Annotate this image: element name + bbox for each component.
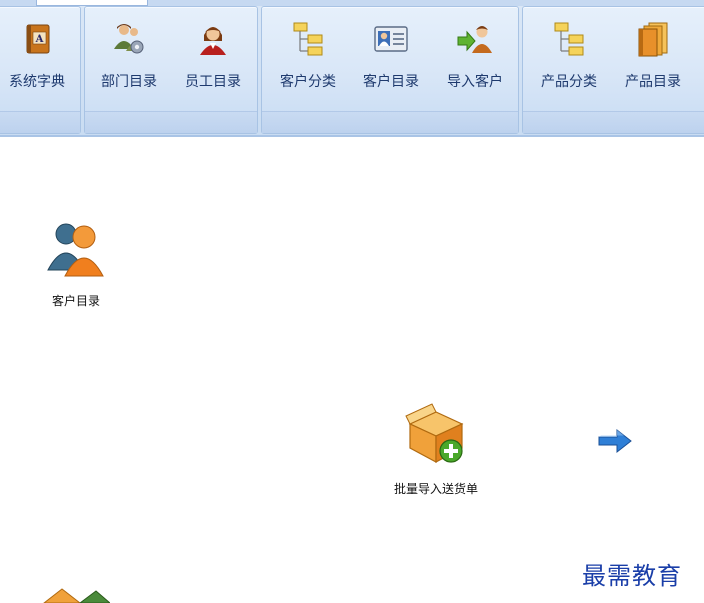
employee-directory-button[interactable]: 员工目录 xyxy=(173,13,253,103)
svg-text:A: A xyxy=(35,34,44,45)
batch-import-delivery-label: 批量导入送货单 xyxy=(393,482,478,496)
ribbon-group-products: 产品分类 产品目录 xyxy=(522,6,704,134)
system-dictionary-label: 系统字典 xyxy=(9,74,65,90)
ribbon-toolbar: A 系统字典 部门目录 员工目录 客户分类 客户目录 导入客户 产品分类 产品目… xyxy=(0,0,704,137)
product-category-button[interactable]: 产品分类 xyxy=(529,13,609,103)
customer-directory-ribbon-button[interactable]: 客户目录 xyxy=(351,13,431,103)
batch-import-delivery-tile[interactable]: 批量导入送货单 xyxy=(386,402,486,497)
watermark-text: 最需教育 xyxy=(582,562,682,590)
group-footer xyxy=(523,111,704,133)
ribbon-group-organization: 部门目录 员工目录 xyxy=(84,6,258,134)
group-footer xyxy=(262,111,518,133)
product-category-label: 产品分类 xyxy=(541,74,597,90)
ribbon-group-system: A 系统字典 xyxy=(0,6,81,134)
group-footer xyxy=(85,111,257,133)
customer-category-label: 客户分类 xyxy=(280,74,336,90)
customer-category-button[interactable]: 客户分类 xyxy=(268,13,348,103)
customers-people-icon xyxy=(47,223,104,277)
employee-person-icon xyxy=(200,27,226,55)
tree-hierarchy-icon xyxy=(293,22,323,56)
employee-directory-label: 员工目录 xyxy=(185,74,241,90)
arrow-right-icon xyxy=(598,428,632,454)
product-directory-button[interactable]: 产品目录 xyxy=(613,13,693,103)
import-person-icon xyxy=(457,26,492,53)
department-directory-button[interactable]: 部门目录 xyxy=(89,13,169,103)
contact-card-icon xyxy=(374,26,408,52)
tree-hierarchy-icon xyxy=(554,22,584,56)
import-customer-button[interactable]: 导入客户 xyxy=(435,13,515,103)
group-footer xyxy=(0,111,80,133)
customer-directory-ribbon-label: 客户目录 xyxy=(363,74,419,90)
customer-directory-tile[interactable]: 客户目录 xyxy=(40,220,112,309)
product-books-icon xyxy=(638,22,668,57)
department-settings-icon xyxy=(114,24,144,54)
product-directory-label: 产品目录 xyxy=(625,74,681,90)
system-dictionary-button[interactable]: A 系统字典 xyxy=(0,13,77,103)
customer-directory-tile-label: 客户目录 xyxy=(51,294,100,308)
partial-box-icon xyxy=(43,588,110,603)
ribbon-group-customers: 客户分类 客户目录 导入客户 xyxy=(261,6,519,134)
dictionary-book-icon: A xyxy=(26,24,50,54)
import-customer-label: 导入客户 xyxy=(447,74,503,90)
department-directory-label: 部门目录 xyxy=(101,74,157,90)
box-add-icon xyxy=(405,403,464,464)
